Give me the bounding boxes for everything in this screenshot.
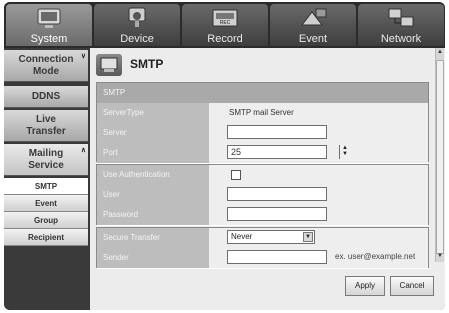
port-value: 25 [231, 147, 242, 157]
tab-label: System [30, 33, 68, 45]
port-input[interactable]: 25 [227, 145, 327, 159]
sidebar: Connection Mode ∨ DDNS Live Transfer Mai… [4, 48, 90, 310]
sidebar-subitem-event[interactable]: Event [4, 195, 88, 212]
top-tab-bar: System Device REC Record Event Network [4, 2, 445, 48]
port-row: Port 25 ▲ ▼ [97, 143, 428, 164]
transfer-panel: Secure Transfer Never ▼ Sender ex. user@… [96, 227, 429, 269]
monitor-icon [37, 8, 61, 28]
sender-hint: ex. user@example.net [335, 252, 416, 261]
sidebar-subitem-recipient[interactable]: Recipient [4, 229, 88, 246]
password-label: Password [97, 205, 209, 225]
section-label: SMTP [97, 83, 209, 103]
use-auth-row: Use Authentication [97, 165, 428, 186]
sidebar-item-ddns[interactable]: DDNS [4, 86, 88, 108]
server-type-label: ServerType [97, 103, 209, 123]
authentication-panel: Use Authentication User Password [96, 164, 429, 226]
sidebar-item-label: DDNS [31, 90, 61, 102]
event-icon [300, 8, 327, 26]
smtp-icon [96, 54, 122, 76]
secure-transfer-value: Never [231, 232, 253, 241]
tab-record[interactable]: REC Record [182, 4, 268, 46]
sender-label: Sender [97, 248, 209, 268]
tab-device[interactable]: Device [94, 4, 180, 46]
sidebar-subitem-smtp[interactable]: SMTP [4, 178, 88, 195]
tab-event[interactable]: Event [270, 4, 356, 46]
sidebar-item-label: Live Transfer [26, 113, 66, 137]
sidebar-subitem-group[interactable]: Group [4, 212, 88, 229]
collapse-icon[interactable]: ∨ [81, 51, 86, 63]
scrollbar[interactable]: ▲ ▼ [435, 48, 444, 262]
apply-button[interactable]: Apply [345, 276, 385, 296]
tab-network[interactable]: Network [358, 4, 444, 46]
page-title: SMTP [130, 57, 164, 71]
tab-system[interactable]: System [6, 4, 92, 46]
use-auth-label: Use Authentication [97, 165, 209, 185]
scroll-down-icon[interactable]: ▼ [436, 253, 444, 262]
password-input[interactable] [227, 207, 327, 221]
user-row: User [97, 185, 428, 206]
server-label: Server [97, 123, 209, 143]
tab-label: Record [207, 33, 243, 45]
sender-row: Sender ex. user@example.net [97, 248, 428, 269]
recorder-icon: REC [212, 9, 238, 27]
user-label: User [97, 185, 209, 205]
camera-icon [128, 7, 146, 27]
cancel-button[interactable]: Cancel [390, 276, 434, 296]
sidebar-item-live-transfer[interactable]: Live Transfer [4, 110, 88, 142]
secure-transfer-row: Secure Transfer Never ▼ [97, 228, 428, 249]
main-panel: SMTP SMTP ServerType SMTP mail Server Se… [90, 48, 445, 310]
tab-label: Event [298, 33, 328, 45]
scrollbar-thumb[interactable] [436, 60, 444, 254]
svg-text:REC: REC [220, 20, 231, 26]
scroll-up-icon[interactable]: ▲ [436, 49, 444, 58]
port-label: Port [97, 143, 209, 163]
server-input[interactable] [227, 125, 327, 139]
smtp-settings-panel: SMTP ServerType SMTP mail Server Server … [96, 82, 429, 164]
use-auth-checkbox[interactable] [231, 170, 241, 180]
sidebar-item-connection-mode[interactable]: Connection Mode ∨ [4, 50, 88, 82]
server-type-value: SMTP mail Server [229, 108, 294, 117]
secure-transfer-label: Secure Transfer [97, 228, 209, 248]
server-row: Server [97, 123, 428, 144]
sidebar-item-label: Connection Mode [18, 53, 74, 77]
tab-label: Network [380, 33, 422, 45]
sender-input[interactable] [227, 250, 327, 264]
tab-label: Device [120, 33, 154, 45]
secure-transfer-select[interactable]: Never ▼ [227, 230, 315, 244]
chevron-down-icon[interactable]: ▼ [303, 232, 313, 242]
sidebar-item-label: Mailing Service [28, 147, 64, 171]
expand-icon[interactable]: ∧ [81, 145, 86, 157]
server-type-row: ServerType SMTP mail Server [97, 103, 428, 124]
spin-down-icon[interactable]: ▼ [340, 151, 350, 157]
app-window: System Device REC Record Event Network C… [4, 2, 445, 310]
port-spinner[interactable]: ▲ ▼ [339, 145, 350, 159]
password-row: Password [97, 205, 428, 226]
section-header: SMTP [97, 83, 428, 104]
user-input[interactable] [227, 187, 327, 201]
sidebar-item-mailing-service[interactable]: Mailing Service ∧ [4, 144, 88, 176]
network-icon [388, 8, 414, 27]
